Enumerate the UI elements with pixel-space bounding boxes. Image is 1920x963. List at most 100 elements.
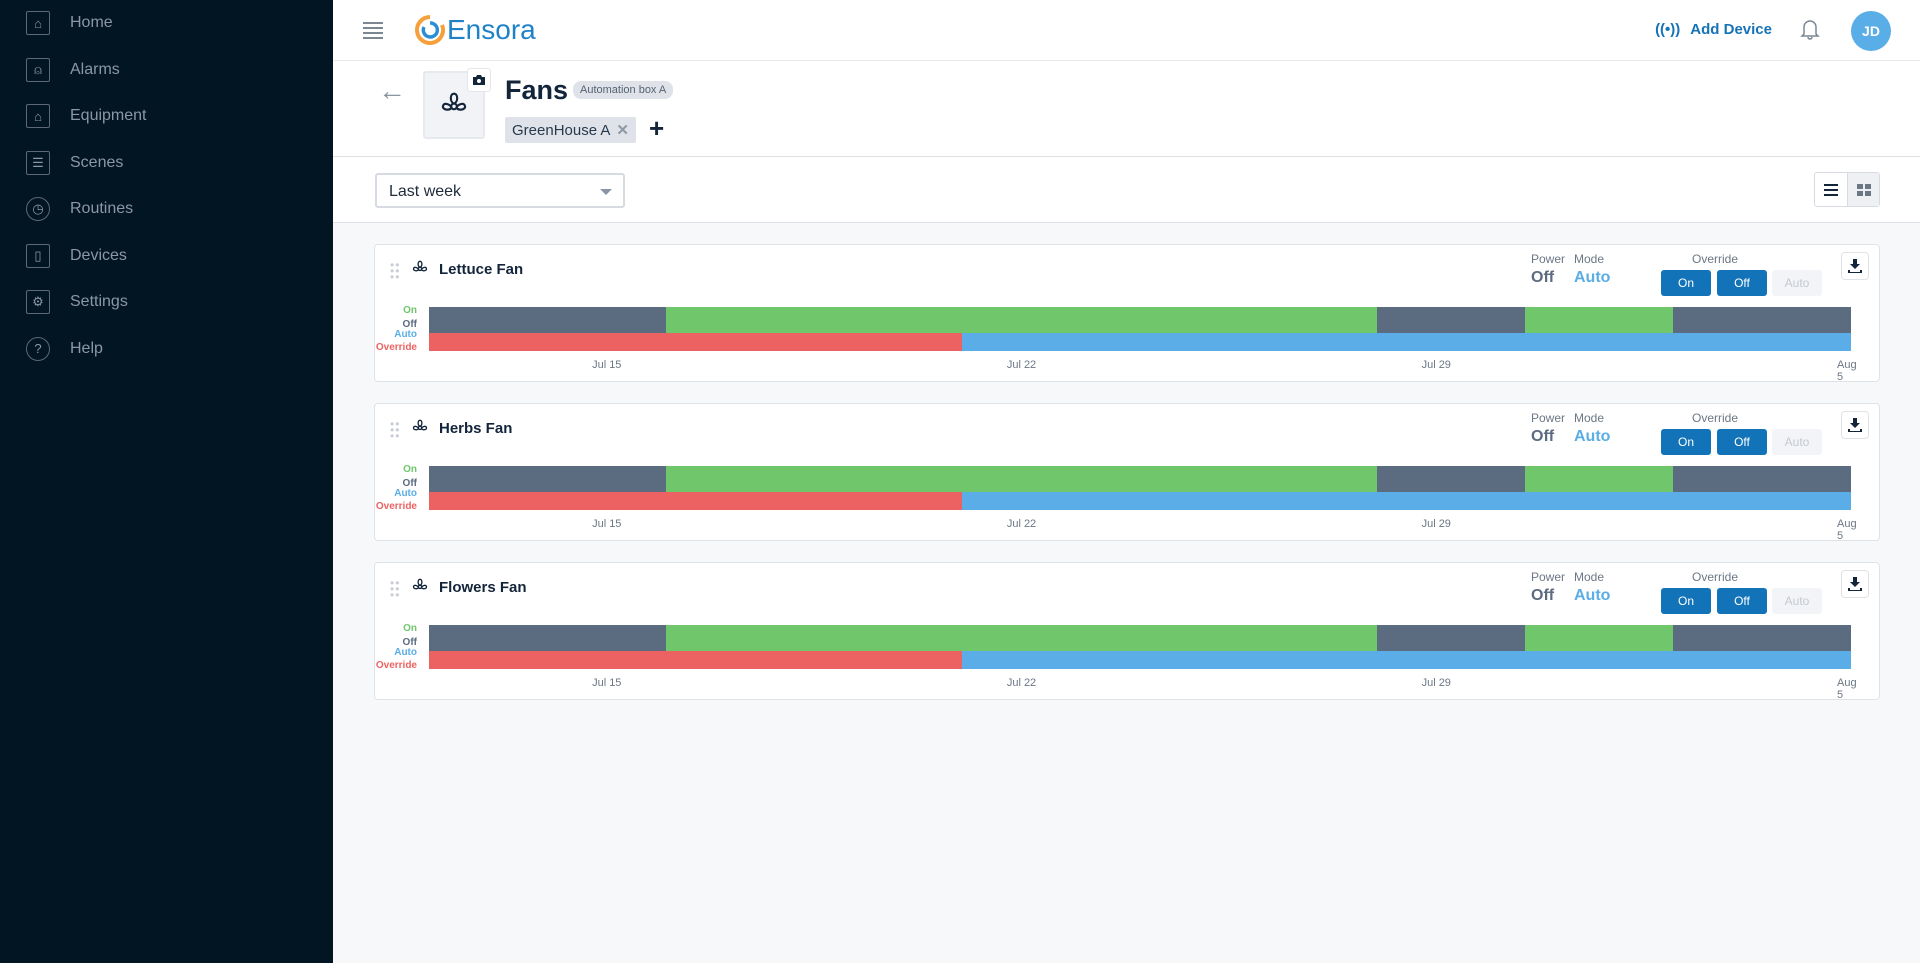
power-segment-off (429, 466, 666, 492)
mode-segment-override (429, 333, 963, 351)
page-title: Fans (505, 75, 569, 105)
sidebar-item-alarms[interactable]: ⍝ Alarms (0, 47, 333, 94)
mode-value: Auto (1574, 269, 1611, 286)
power-segment-off (1673, 466, 1851, 492)
power-segment-on (1525, 307, 1674, 333)
fan-icon (410, 258, 430, 283)
download-icon[interactable] (1841, 252, 1869, 280)
override-label: Override (1692, 570, 1739, 584)
fan-icon (441, 92, 467, 111)
fan-icon (410, 417, 430, 442)
gear-icon: ⚙ (26, 290, 50, 315)
override-off-button[interactable]: Off (1717, 270, 1767, 296)
drag-handle-icon[interactable]: •• •• •• (390, 259, 400, 283)
x-tick-label: Jul 29 (1421, 518, 1451, 530)
x-tick-label: Jul 15 (592, 518, 622, 530)
avatar[interactable]: JD (1851, 11, 1891, 51)
power-segment-off (1377, 466, 1526, 492)
sidebar-item-label: Routines (70, 200, 134, 218)
sidebar-item-label: Home (70, 14, 113, 32)
sidebar-item-equipment[interactable]: ⌂ Equipment (0, 93, 333, 140)
grid-view-icon[interactable] (1847, 173, 1879, 206)
power-segment-on (1525, 466, 1674, 492)
top-header: Ensora ((•)) Add Device JD (333, 0, 1920, 61)
clock-icon: ◷ (26, 197, 50, 222)
power-segment-off (1673, 625, 1851, 651)
mode-segment-auto (962, 333, 1851, 351)
view-toggle (1814, 172, 1880, 207)
mode-value: Auto (1574, 428, 1611, 445)
back-arrow-icon[interactable]: ← (378, 75, 406, 107)
alarm-icon: ⍝ (26, 57, 50, 82)
drag-handle-icon[interactable]: •• •• •• (390, 418, 400, 442)
override-label: Override (1692, 411, 1739, 425)
y-label-override: Override (375, 342, 417, 353)
add-device-button[interactable]: ((•)) Add Device (1655, 21, 1772, 38)
override-auto-button[interactable]: Auto (1772, 588, 1822, 614)
page-header: ← Fans Automation box A GreenHouse A ✕ + (333, 61, 1920, 157)
x-tick-label: Aug 5 (1837, 359, 1857, 383)
sidebar-item-label: Help (70, 339, 103, 357)
override-auto-button[interactable]: Auto (1772, 429, 1822, 455)
brand-name: Ensora (447, 14, 536, 45)
mode-label: Mode (1574, 570, 1605, 584)
sidebar-item-devices[interactable]: ▯ Devices (0, 233, 333, 280)
logo[interactable]: Ensora (413, 13, 536, 47)
sidebar-item-label: Scenes (70, 153, 124, 171)
date-range-select[interactable]: Last week (375, 173, 625, 208)
mode-value: Auto (1574, 587, 1611, 604)
timeline-chart (429, 307, 1851, 351)
location-tag: GreenHouse A ✕ (505, 117, 636, 143)
menu-icon[interactable] (363, 19, 383, 42)
sidebar-item-scenes[interactable]: ☰ Scenes (0, 140, 333, 187)
device-card: •• •• •• Herbs Fan Power Mode Off Auto Ove… (374, 403, 1880, 542)
override-on-button[interactable]: On (1661, 429, 1711, 455)
logo-swirl-icon (415, 15, 445, 45)
sidebar-item-label: Devices (70, 246, 127, 264)
device-name: Flowers Fan (439, 579, 527, 596)
list-view-icon[interactable] (1815, 173, 1847, 206)
timeline-chart (429, 466, 1851, 510)
download-icon[interactable] (1841, 411, 1869, 439)
override-on-button[interactable]: On (1661, 588, 1711, 614)
y-label-override: Override (375, 501, 417, 512)
y-label-on: On (403, 305, 417, 316)
sidebar-item-settings[interactable]: ⚙ Settings (0, 279, 333, 326)
mode-segment-auto (962, 651, 1851, 669)
power-segment-off (1673, 307, 1851, 333)
device-name: Herbs Fan (439, 420, 513, 437)
override-off-button[interactable]: Off (1717, 588, 1767, 614)
help-icon: ? (26, 336, 50, 361)
timeline-chart (429, 625, 1851, 669)
device-card: •• •• •• Lettuce Fan Power Mode Off Auto O… (374, 244, 1880, 383)
bell-icon[interactable] (1800, 18, 1820, 45)
power-segment-on (666, 625, 1377, 651)
camera-icon[interactable] (467, 68, 491, 92)
override-label: Override (1692, 252, 1739, 266)
download-icon[interactable] (1841, 570, 1869, 598)
override-on-button[interactable]: On (1661, 270, 1711, 296)
sidebar-item-help[interactable]: ? Help (0, 326, 333, 373)
override-off-button[interactable]: Off (1717, 429, 1767, 455)
mode-segment-override (429, 651, 963, 669)
power-segment-off (1377, 307, 1526, 333)
y-label-on: On (403, 464, 417, 475)
filter-bar: Last week (333, 157, 1920, 223)
sliders-icon: ☰ (26, 150, 50, 175)
remove-tag-icon[interactable]: ✕ (616, 122, 629, 139)
power-value: Off (1531, 587, 1555, 604)
y-label-auto: Auto (394, 647, 417, 658)
power-segment-off (429, 625, 666, 651)
mode-label: Mode (1574, 411, 1605, 425)
power-value: Off (1531, 428, 1555, 445)
x-tick-label: Jul 29 (1421, 677, 1451, 689)
override-auto-button[interactable]: Auto (1772, 270, 1822, 296)
sidebar-item-home[interactable]: ⌂ Home (0, 0, 333, 47)
mode-segment-override (429, 492, 963, 510)
drag-handle-icon[interactable]: •• •• •• (390, 577, 400, 601)
y-label-override: Override (375, 660, 417, 671)
x-tick-label: Jul 22 (1006, 359, 1037, 371)
sidebar-item-label: Alarms (70, 60, 120, 78)
add-tag-button[interactable]: + (649, 113, 664, 144)
sidebar-item-routines[interactable]: ◷ Routines (0, 186, 333, 233)
